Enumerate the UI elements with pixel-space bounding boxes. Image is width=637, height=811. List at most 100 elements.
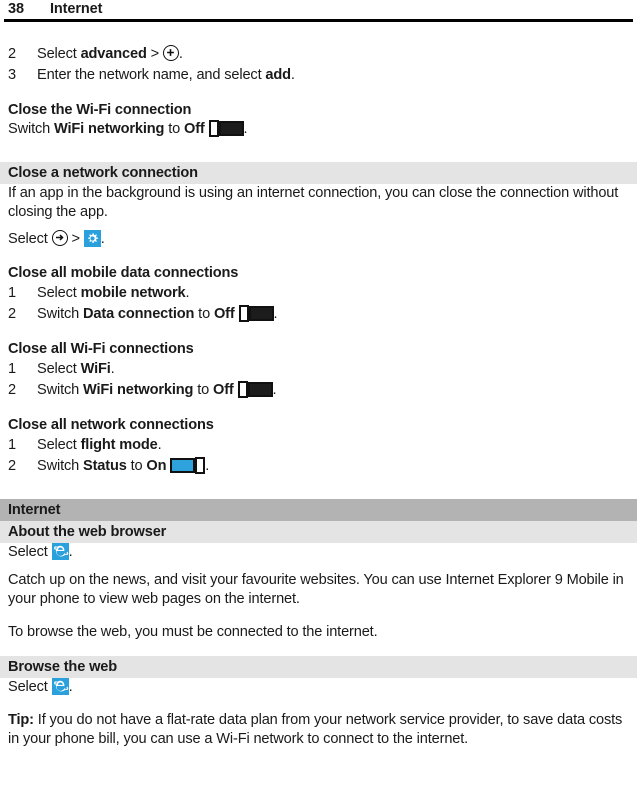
list-item: 2 Switch WiFi networking to Off . — [8, 380, 629, 401]
section-heading-close-all-wifi: Close all Wi-Fi connections — [8, 341, 194, 357]
setting-name: Status — [83, 458, 127, 474]
toggle-bar — [170, 458, 196, 473]
instruction-pre: Select — [8, 544, 52, 560]
instruction-pre: Select — [8, 678, 52, 695]
step-text: Select WiFi. — [37, 359, 629, 380]
step-text-post: . — [273, 306, 278, 322]
setting-value: Off — [184, 121, 205, 137]
setting-value: Off — [213, 382, 234, 398]
close-network-body: If an app in the background is using an … — [8, 184, 619, 220]
tip-text: If you do not have a flat-rate data plan… — [8, 712, 623, 747]
chapter-band-internet: Internet — [0, 499, 637, 521]
toggle-switch-off-icon — [237, 381, 273, 398]
step-text-post: . — [178, 46, 183, 62]
list-item: 1 Select WiFi. — [8, 359, 629, 380]
step-text-pre: Select — [37, 46, 81, 62]
section-heading-close-all-network: Close all network connections — [8, 417, 214, 433]
step-number: 1 — [8, 285, 16, 301]
browse-web-select-line: Select . — [8, 677, 629, 698]
internet-explorer-tile-icon — [51, 543, 69, 560]
instruction-mid: > — [67, 230, 84, 247]
step-number: 2 — [8, 46, 16, 62]
list-item: 2 Select advanced > . — [8, 44, 629, 65]
step-keyword: add — [265, 67, 291, 83]
setting-name: WiFi networking — [54, 121, 165, 137]
step-text: Enter the network name, and select add. — [37, 65, 629, 86]
list-item: 3 Enter the network name, and select add… — [8, 65, 629, 86]
step-text-mid: to — [126, 458, 147, 474]
close-network-select-line: Select > . — [8, 229, 629, 250]
step-text-post: . — [272, 382, 277, 398]
instruction-post: . — [68, 678, 73, 695]
close-all-network-steps: 1 Select flight mode. 2 Switch Status to… — [8, 435, 629, 477]
instruction-mid: to — [164, 121, 184, 137]
step-text-post: . — [205, 458, 210, 474]
close-all-wifi-steps: 1 Select WiFi. 2 Switch WiFi networking … — [8, 359, 629, 401]
step-text-pre: Switch — [37, 382, 83, 398]
toggle-knob — [238, 305, 249, 322]
toggle-switch-off-icon — [208, 120, 244, 137]
about-browser-select-line: Select . — [8, 543, 629, 563]
instruction-pre: Select — [8, 230, 52, 247]
list-item: 2 Switch Data connection to Off . — [8, 304, 629, 325]
step-number: 2 — [8, 382, 16, 398]
page-title: Internet — [50, 1, 103, 17]
section-band-close-network-connection: Close a network connection — [0, 161, 637, 184]
list-item: 1 Select mobile network. — [8, 283, 629, 304]
step-number: 1 — [8, 361, 16, 377]
step-text-pre: Enter the network name, and select — [37, 67, 266, 83]
step-number: 3 — [8, 67, 16, 83]
setting-name: flight mode — [80, 437, 158, 453]
toggle-bar — [247, 382, 273, 397]
toggle-switch-off-icon — [238, 305, 274, 322]
page-number: 38 — [8, 1, 24, 17]
step-text: Switch WiFi networking to Off . — [37, 380, 629, 401]
internet-explorer-tile-icon — [51, 677, 69, 695]
step-number: 2 — [8, 306, 16, 322]
toggle-switch-on-icon — [170, 457, 206, 474]
step-keyword: advanced — [80, 46, 147, 62]
step-text-mid: > — [146, 46, 163, 62]
setting-value: On — [146, 458, 167, 474]
about-browser-para-1: Catch up on the news, and visit your fav… — [8, 571, 624, 607]
step-number: 1 — [8, 437, 16, 453]
setting-value: Off — [213, 306, 235, 322]
step-text-mid: to — [194, 306, 214, 322]
section-heading-close-wifi: Close the Wi-Fi connection — [8, 102, 192, 118]
step-text-pre: Switch — [37, 306, 83, 322]
close-wifi-instruction: Switch WiFi networking to Off . — [8, 120, 629, 140]
step-text-mid: to — [193, 382, 213, 398]
step-number: 2 — [8, 458, 16, 474]
toggle-bar — [218, 121, 244, 136]
plus-circle-icon — [162, 45, 179, 61]
manual-page: 38 Internet 2 Select advanced > . 3 Ente… — [0, 0, 637, 811]
tip-label: Tip: — [8, 712, 34, 728]
toggle-bar — [248, 306, 274, 321]
steps-continued-list: 2 Select advanced > . 3 Enter the networ… — [8, 44, 629, 86]
step-text-pre: Switch — [37, 458, 83, 474]
step-text-post: . — [185, 285, 190, 301]
step-text: Switch Status to On . — [37, 456, 629, 477]
close-mobile-data-steps: 1 Select mobile network. 2 Switch Data c… — [8, 283, 629, 325]
section-band-about-web-browser: About the web browser — [0, 521, 637, 543]
step-text-post: . — [110, 361, 115, 377]
setting-name: Data connection — [83, 306, 195, 322]
section-band-browse-the-web: Browse the web — [0, 655, 637, 678]
instruction-post: . — [100, 230, 105, 247]
step-text-pre: Select — [37, 437, 81, 453]
toggle-knob — [208, 120, 219, 137]
instruction-post: . — [243, 121, 248, 137]
about-browser-para-2: To browse the web, you must be connected… — [8, 623, 378, 640]
step-text: Select mobile network. — [37, 283, 629, 304]
step-text-pre: Select — [37, 285, 81, 301]
step-text-post: . — [290, 67, 295, 83]
step-text: Switch Data connection to Off . — [37, 304, 629, 325]
list-item: 1 Select flight mode. — [8, 435, 629, 456]
step-text: Select flight mode. — [37, 435, 629, 456]
page-header: 38 Internet — [0, 0, 637, 17]
setting-name: WiFi — [80, 361, 111, 377]
setting-name: mobile network — [80, 285, 186, 301]
setting-name: WiFi networking — [83, 382, 194, 398]
step-text: Select advanced > . — [37, 44, 629, 65]
instruction-post: . — [68, 544, 73, 560]
